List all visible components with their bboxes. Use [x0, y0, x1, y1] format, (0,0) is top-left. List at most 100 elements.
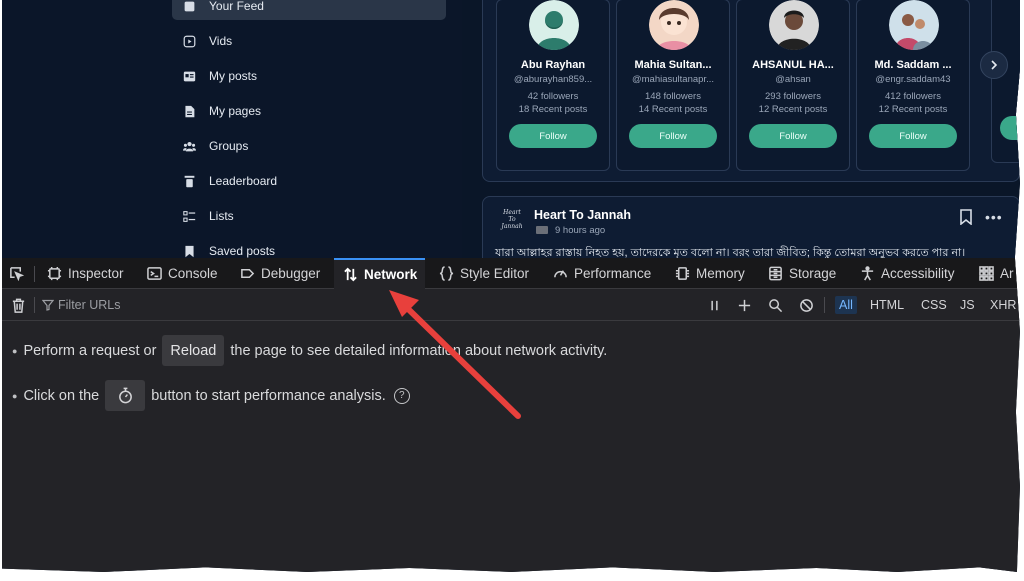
tab-storage[interactable]: Storage	[767, 258, 836, 289]
follow-button-partial[interactable]	[1000, 116, 1020, 140]
leaderboard-icon	[182, 174, 196, 188]
pages-icon	[182, 104, 196, 118]
inspector-icon	[46, 266, 62, 282]
filter-html-button[interactable]: HTML	[866, 296, 908, 314]
tab-application[interactable]: Ar	[978, 258, 1014, 289]
sidebar-item-label: Groups	[209, 139, 249, 153]
more-options-icon[interactable]: •••	[985, 209, 1003, 225]
main-feed: Abu Rayhan @aburayhan859... 42 followers…	[462, 0, 1020, 258]
network-icon	[342, 267, 358, 283]
element-picker-button[interactable]	[8, 258, 30, 289]
sidebar-item-lists[interactable]: Lists	[172, 202, 446, 230]
tab-inspector[interactable]: Inspector	[46, 258, 124, 289]
accessibility-icon	[859, 266, 875, 282]
post-author[interactable]: Heart To Jannah	[534, 208, 631, 222]
screenshot-frame: Your Feed Vids My posts My pages Groups …	[2, 0, 1020, 572]
lists-icon	[182, 209, 196, 223]
sidebar-item-label: Saved posts	[209, 244, 276, 258]
bookmark-icon[interactable]	[959, 209, 973, 225]
tab-console[interactable]: Console	[146, 258, 218, 289]
user-handle: @mahiasultanapr...	[632, 74, 714, 85]
tab-separator	[34, 266, 35, 282]
sidebar-item-saved-posts[interactable]: Saved posts	[172, 237, 446, 258]
application-icon	[978, 266, 994, 282]
follow-button[interactable]: Follow	[749, 124, 837, 148]
sidebar-item-label: Vids	[209, 34, 233, 48]
filter-urls-field[interactable]	[42, 295, 342, 315]
user-handle: @aburayhan859...	[513, 74, 593, 85]
tab-memory[interactable]: Memory	[674, 258, 745, 289]
tab-accessibility[interactable]: Accessibility	[859, 258, 955, 289]
avatar	[529, 0, 579, 50]
recent-posts-count: 14 Recent posts	[638, 104, 708, 115]
filter-urls-input[interactable]	[58, 298, 318, 312]
follower-count: 293 followers	[765, 91, 821, 102]
user-card-partial[interactable]	[991, 0, 1020, 163]
memory-icon	[674, 266, 690, 282]
tab-performance[interactable]: Performance	[552, 258, 651, 289]
network-toolbar: All HTML CSS JS XHR	[2, 289, 1020, 321]
pause-recording-button[interactable]	[705, 296, 723, 314]
sidebar-item-label: My pages	[209, 104, 262, 118]
network-empty-state: ● Perform a request or Reload the page t…	[2, 321, 1020, 572]
left-margin	[2, 0, 172, 258]
follow-button[interactable]: Follow	[509, 124, 597, 148]
filter-all-button[interactable]: All	[835, 296, 857, 314]
sidebar-item-label: My posts	[209, 69, 258, 83]
avatar	[889, 0, 939, 50]
filter-js-button[interactable]: JS	[956, 296, 979, 314]
post-body: যারা আল্লাহর রাস্তায় নিহত হয়, তাদেরকে …	[495, 247, 966, 258]
sidebar-item-my-posts[interactable]: My posts	[172, 62, 446, 90]
element-picker-icon	[8, 266, 24, 282]
posts-icon	[182, 69, 196, 83]
toolbar-separator	[824, 297, 825, 313]
follower-count: 412 followers	[885, 91, 941, 102]
plus-icon	[738, 299, 750, 311]
carousel-next-button[interactable]	[980, 51, 1008, 79]
follow-button[interactable]: Follow	[869, 124, 957, 148]
sidebar-item-vids[interactable]: Vids	[172, 27, 446, 55]
user-card[interactable]: Mahia Sultan... @mahiasultanapr... 148 f…	[616, 0, 730, 171]
toolbar-separator	[34, 297, 35, 313]
sidebar-item-your-feed[interactable]: Your Feed	[172, 0, 446, 20]
bullet: ●	[12, 345, 18, 356]
debugger-icon	[239, 266, 255, 282]
website-viewport: Your Feed Vids My posts My pages Groups …	[2, 0, 1020, 258]
sidebar-item-label: Leaderboard	[209, 174, 278, 188]
user-card[interactable]: AHSANUL HA... @ahsan 293 followers 12 Re…	[736, 0, 850, 171]
sidebar-item-leaderboard[interactable]: Leaderboard	[172, 167, 446, 195]
user-card[interactable]: Abu Rayhan @aburayhan859... 42 followers…	[496, 0, 610, 171]
filter-css-button[interactable]: CSS	[917, 296, 951, 314]
bullet: ●	[12, 390, 18, 401]
reload-notice: ● Perform a request or Reload the page t…	[12, 335, 607, 366]
sidebar-item-groups[interactable]: Groups	[172, 132, 446, 160]
style-editor-icon	[438, 266, 454, 282]
video-icon	[182, 34, 196, 48]
user-card[interactable]: Md. Saddam ... @engr.saddam43 412 follow…	[856, 0, 970, 171]
devtools-tab-bar: Inspector Console Debugger Network Style…	[2, 258, 1020, 289]
clear-requests-button[interactable]	[9, 296, 27, 314]
post-card: Heart To Jannah Heart To Jannah 9 hours …	[482, 196, 1020, 258]
user-handle: @engr.saddam43	[875, 74, 951, 85]
filter-xhr-button[interactable]: XHR	[986, 296, 1020, 314]
tab-debugger[interactable]: Debugger	[239, 258, 320, 289]
reload-button[interactable]: Reload	[162, 335, 225, 366]
devtools-panel: Inspector Console Debugger Network Style…	[2, 258, 1020, 572]
trash-icon	[12, 298, 24, 313]
user-name: Md. Saddam ...	[874, 59, 952, 71]
performance-notice: ● Click on the button to start performan…	[12, 380, 410, 411]
filter-icon	[42, 299, 54, 311]
performance-analysis-button[interactable]	[105, 380, 146, 411]
add-request-button[interactable]	[735, 296, 753, 314]
follow-button[interactable]: Follow	[629, 124, 717, 148]
sidebar-item-my-pages[interactable]: My pages	[172, 97, 446, 125]
post-timestamp: 9 hours ago	[555, 225, 606, 236]
tab-style-editor[interactable]: Style Editor	[438, 258, 529, 289]
pause-icon	[710, 300, 718, 310]
tab-network[interactable]: Network	[334, 258, 426, 289]
help-icon[interactable]: ?	[393, 387, 410, 404]
block-requests-button[interactable]	[797, 296, 815, 314]
user-name: Abu Rayhan	[520, 59, 586, 71]
search-button[interactable]	[766, 296, 784, 314]
storage-icon	[767, 266, 783, 282]
